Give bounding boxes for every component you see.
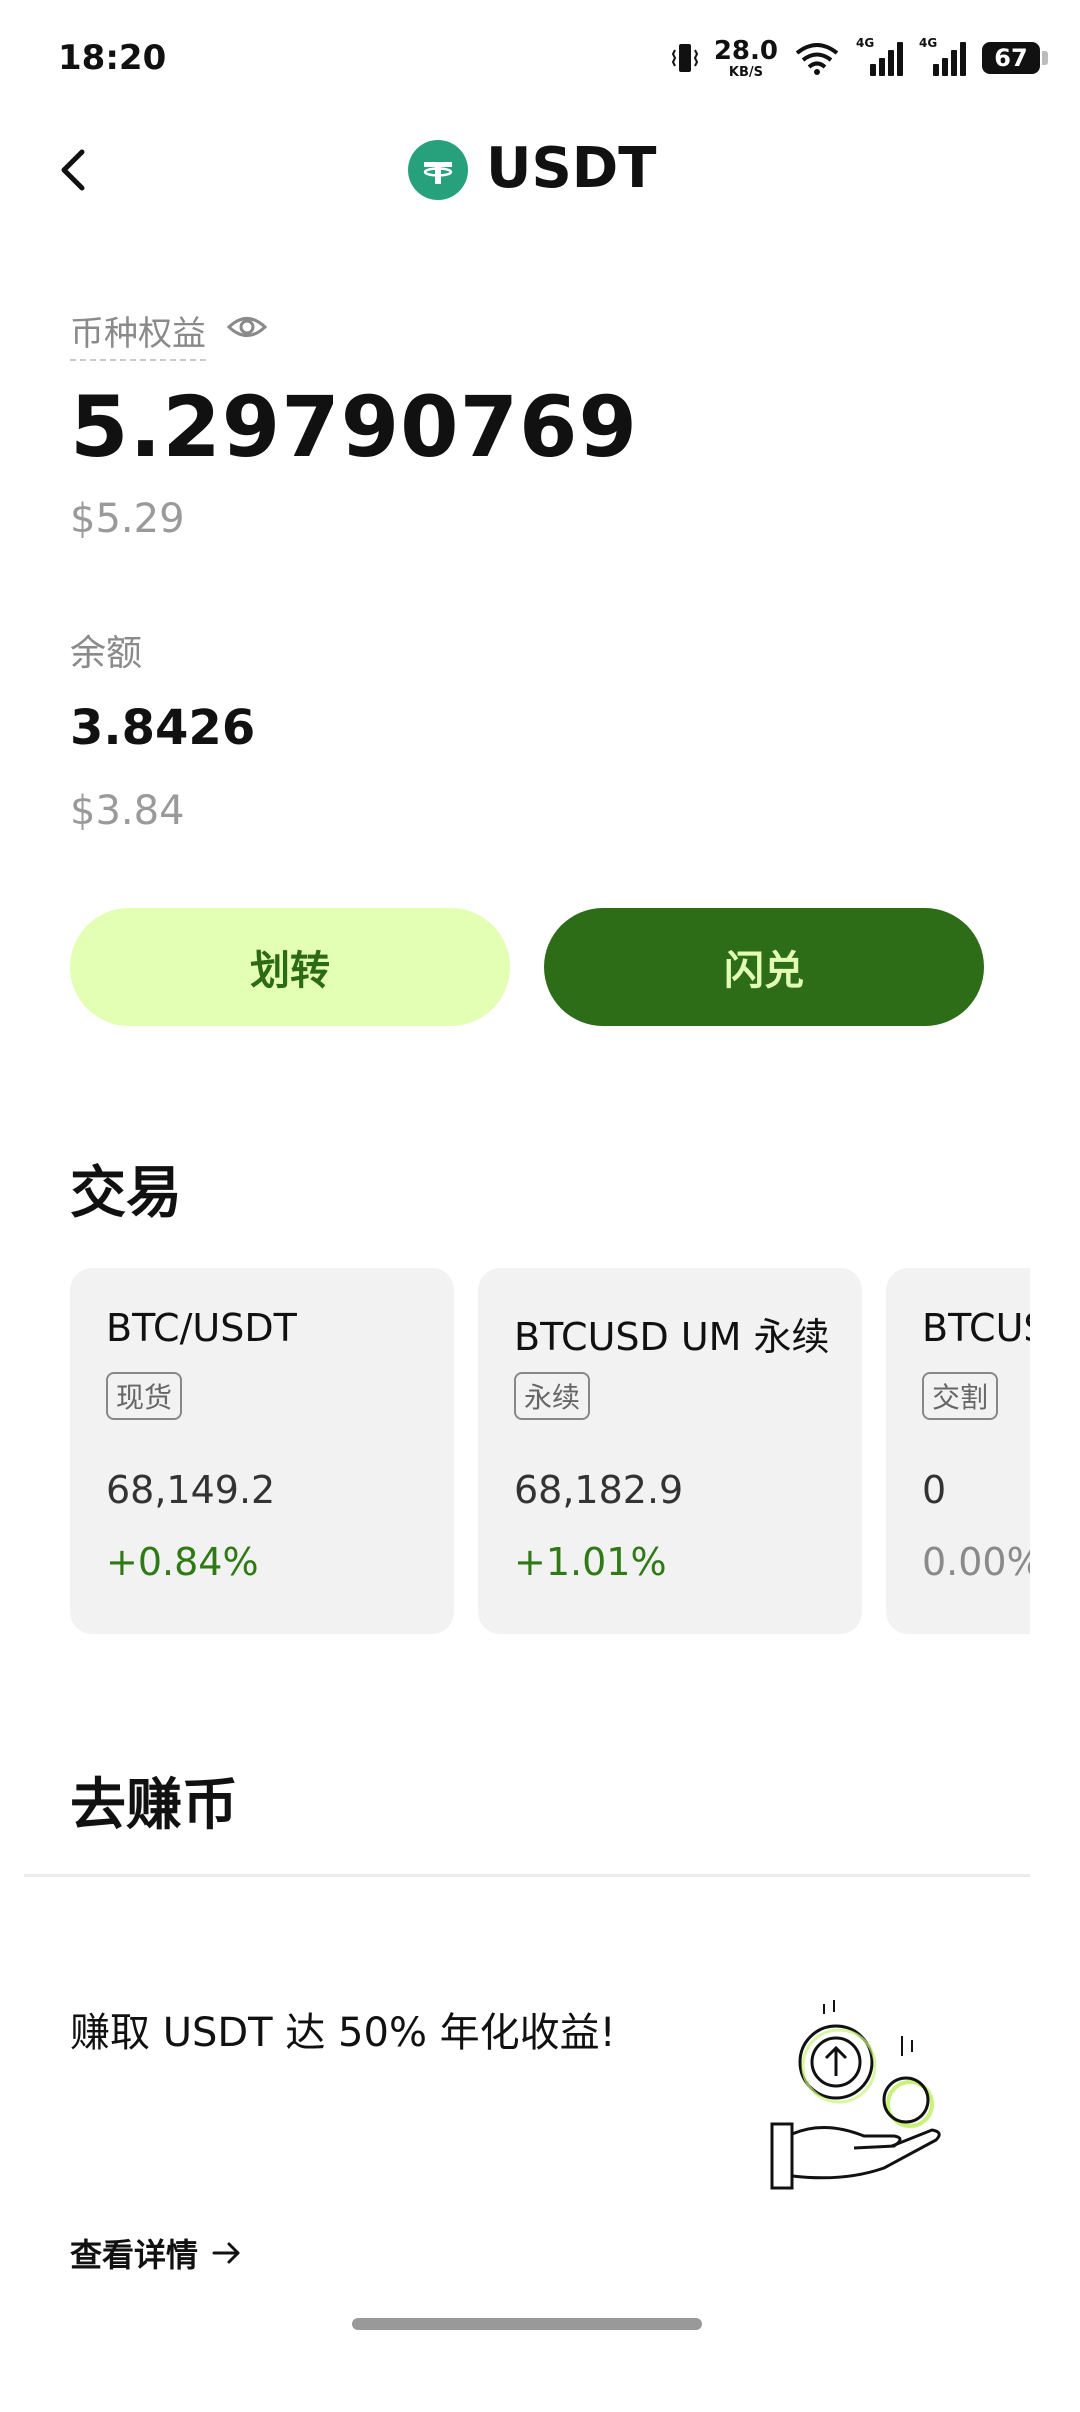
signal-icon-1: 4G [856,36,903,76]
net-speed-value: 28.0 [713,35,778,66]
card-type-badge: 交割 [922,1372,999,1420]
coins-hand-illustration-icon [764,1996,954,2196]
card-pair: BTCUSD UM 永续 [514,1315,830,1359]
card-price: 0 [922,1468,947,1512]
view-details-label: 查看详情 [70,2236,199,2274]
equity-value: 5.29790769 [70,378,638,476]
card-pair: BTCUSD [922,1306,1030,1350]
convert-button[interactable]: 闪兑 [544,908,984,1026]
card-pair: BTC/USDT [106,1306,297,1350]
status-time: 18:20 [58,38,167,78]
market-card[interactable]: BTCUSD UM 永续 永续 68,182.9 +1.01% [478,1268,862,1634]
card-type-badge: 现货 [106,1372,183,1420]
balance-value: 3.8426 [70,700,256,756]
wifi-icon [795,43,839,75]
market-cards-carousel[interactable]: BTC/USDT 现货 68,149.2 +0.84% BTCUSD UM 永续… [70,1268,1030,1634]
divider [24,1874,1030,1877]
net-type-label: 4G [856,36,875,50]
balance-usd-value: $3.84 [70,788,185,834]
earn-promo-text: 赚取 USDT 达 50% 年化收益! [70,2010,616,2056]
transfer-button[interactable]: 划转 [70,908,510,1026]
vibrate-icon [671,44,698,72]
earn-section-title: 去赚币 [70,1773,238,1838]
balance-label: 余额 [70,633,143,674]
card-change: +1.01% [514,1540,667,1584]
card-price: 68,182.9 [514,1468,684,1512]
back-button[interactable] [58,140,118,200]
chevron-left-icon [61,149,85,191]
net-type-label: 4G [919,36,938,50]
arrow-right-icon [212,2242,240,2264]
battery-level: 67 [994,44,1028,72]
page-title: USDT [486,136,657,201]
trade-section-title: 交易 [70,1161,182,1226]
equity-usd-value: $5.29 [70,496,185,542]
card-change: 0.00% [922,1540,1030,1584]
market-card[interactable]: BTCUSD 交割 0 0.00% [886,1268,1030,1634]
usdt-logo-icon [408,140,468,200]
card-type-badge: 永续 [514,1372,591,1420]
eye-icon[interactable] [226,312,268,342]
battery-icon: 67 [982,42,1048,74]
market-card[interactable]: BTC/USDT 现货 68,149.2 +0.84% [70,1268,454,1634]
net-speed-unit: KB/S [728,64,763,80]
equity-label[interactable]: 币种权益 [70,306,206,361]
net-speed: 28.0 KB/S [714,38,778,79]
view-details-link[interactable]: 查看详情 [70,2230,242,2276]
home-indicator[interactable] [352,2318,702,2330]
card-change: +0.84% [106,1540,259,1584]
status-icons: 28.0 KB/S 4G 4G 67 [671,36,1048,80]
card-price: 68,149.2 [106,1468,276,1512]
signal-icon-2: 4G [919,36,966,76]
